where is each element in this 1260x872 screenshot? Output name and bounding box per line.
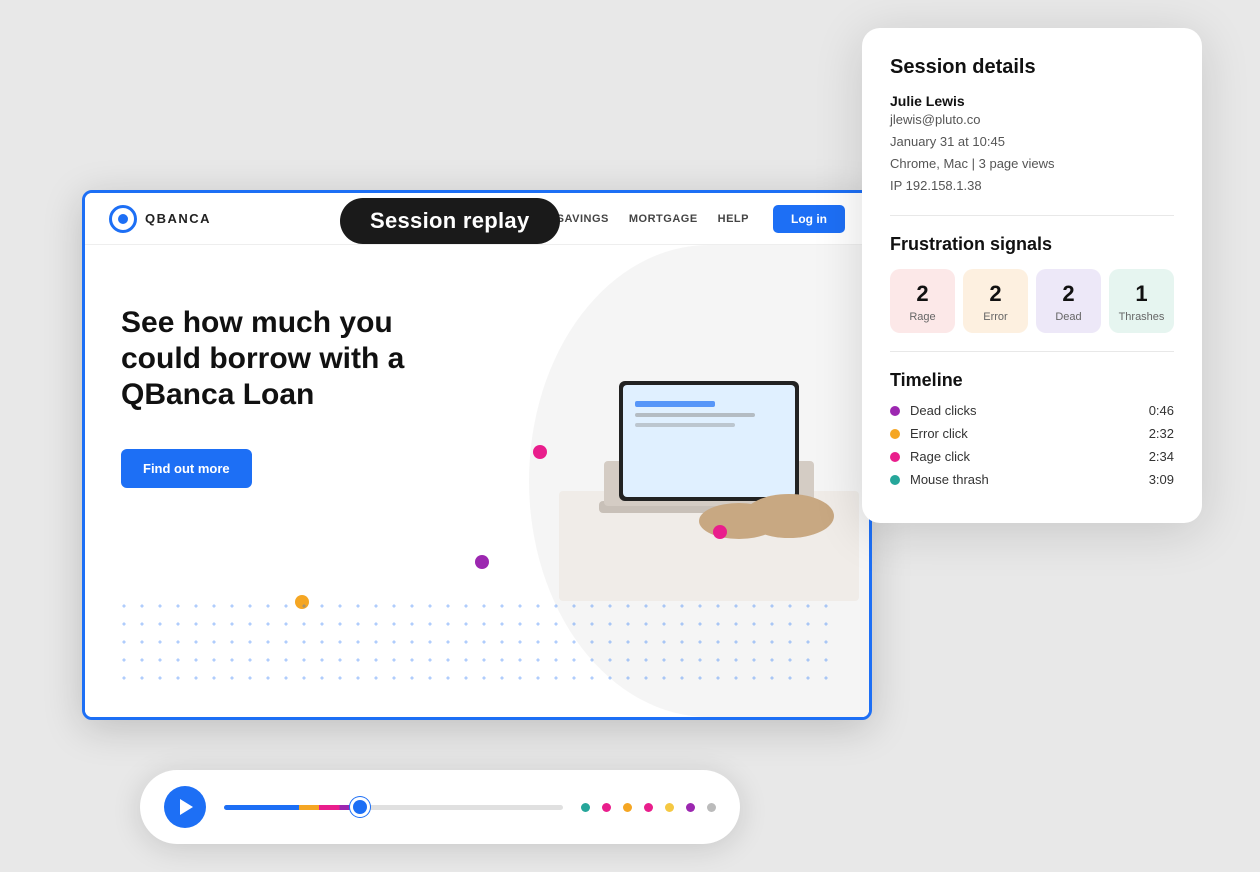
browser-mockup: QBANCA BANK BORROW CARDS SAVINGS MORTGAG… (82, 190, 872, 720)
tl-marker-5 (665, 803, 674, 812)
play-icon (180, 799, 193, 815)
timeline-event-dead: Dead clicks (910, 403, 1149, 418)
nav-help: HELP (718, 213, 749, 225)
user-email: jlewis@pluto.co (890, 109, 1174, 131)
play-button[interactable] (164, 786, 206, 828)
error-count: 2 (969, 281, 1022, 307)
logo-text: QBANCA (145, 211, 211, 226)
timeline-dot-thrash (890, 475, 900, 485)
frustration-dead: 2 Dead (1036, 269, 1101, 333)
hero-text: See how much you could borrow with a QBa… (121, 305, 441, 488)
timeline-dot-error (890, 429, 900, 439)
frustration-grid: 2 Rage 2 Error 2 Dead 1 Thrashes (890, 269, 1174, 333)
hero-title: See how much you could borrow with a QBa… (121, 305, 441, 413)
rage-label: Rage (896, 311, 949, 323)
nav-savings: SAVINGS (557, 213, 609, 225)
signal-dot-pink1 (533, 445, 547, 459)
tl-marker-7 (707, 803, 716, 812)
thrash-label: Thrashes (1115, 311, 1168, 323)
frustration-thrashes: 1 Thrashes (1109, 269, 1174, 333)
login-button[interactable]: Log in (773, 205, 845, 233)
tl-marker-2 (602, 803, 611, 812)
timeline-item-error: Error click 2:32 (890, 426, 1174, 441)
signal-dot-pink2 (713, 525, 727, 539)
timeline-dot-dead (890, 406, 900, 416)
timeline-item-rage: Rage click 2:34 (890, 449, 1174, 464)
logo: QBANCA (109, 205, 211, 233)
timeline-markers (581, 803, 716, 812)
dead-label: Dead (1042, 311, 1095, 323)
frustration-error: 2 Error (963, 269, 1028, 333)
session-details-title: Session details (890, 56, 1174, 79)
timeline-item-dead: Dead clicks 0:46 (890, 403, 1174, 418)
session-replay-label: Session replay (340, 198, 560, 244)
dots-pattern (115, 597, 839, 687)
session-date: January 31 at 10:45 (890, 131, 1174, 153)
progress-thumb[interactable] (353, 800, 367, 814)
tl-marker-6 (686, 803, 695, 812)
ip-address: IP 192.158.1.38 (890, 175, 1174, 197)
timeline-dot-rage (890, 452, 900, 462)
progress-fill (224, 805, 360, 810)
tl-marker-4 (644, 803, 653, 812)
logo-icon (109, 205, 137, 233)
find-out-button[interactable]: Find out more (121, 449, 252, 488)
progress-track[interactable] (224, 805, 563, 810)
divider-2 (890, 351, 1174, 352)
hero-section: See how much you could borrow with a QBa… (85, 245, 869, 717)
dead-count: 2 (1042, 281, 1095, 307)
frustration-rage: 2 Rage (890, 269, 955, 333)
timeline-event-error: Error click (910, 426, 1149, 441)
laptop-illustration (559, 361, 859, 601)
browser-info: Chrome, Mac | 3 page views (890, 153, 1174, 175)
timeline-time-rage: 2:34 (1149, 449, 1174, 464)
timeline-title: Timeline (890, 370, 1174, 391)
timeline-event-thrash: Mouse thrash (910, 472, 1149, 487)
session-details-card: Session details Julie Lewis jlewis@pluto… (862, 28, 1202, 523)
signal-dot-purple (475, 555, 489, 569)
timeline-time-error: 2:32 (1149, 426, 1174, 441)
nav-mortgage: MORTGAGE (629, 213, 698, 225)
thrash-count: 1 (1115, 281, 1168, 307)
playback-bar (140, 770, 740, 844)
user-name: Julie Lewis (890, 93, 1174, 109)
error-label: Error (969, 311, 1022, 323)
rage-count: 2 (896, 281, 949, 307)
divider-1 (890, 215, 1174, 216)
timeline-item-thrash: Mouse thrash 3:09 (890, 472, 1174, 487)
tl-marker-1 (581, 803, 590, 812)
timeline-event-rage: Rage click (910, 449, 1149, 464)
frustration-title: Frustration signals (890, 234, 1174, 255)
tl-marker-3 (623, 803, 632, 812)
timeline-time-dead: 0:46 (1149, 403, 1174, 418)
timeline-time-thrash: 3:09 (1149, 472, 1174, 487)
